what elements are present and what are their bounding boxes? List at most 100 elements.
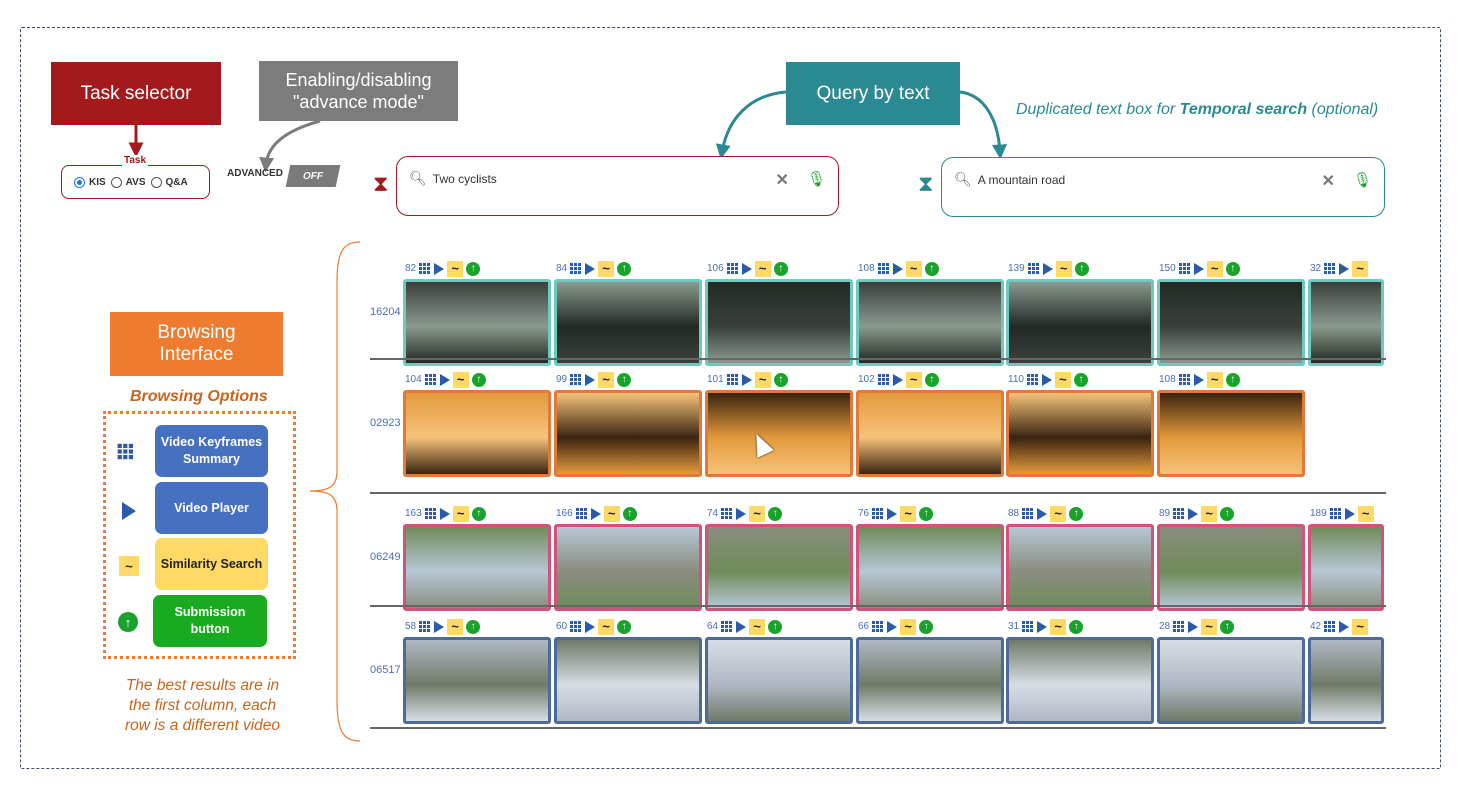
keyframes-grid-icon[interactable] (726, 263, 739, 274)
keyframe-thumbnail[interactable] (1006, 390, 1154, 477)
upload-arrow-icon[interactable]: ↑ (1225, 261, 1240, 276)
play-icon[interactable] (434, 262, 445, 275)
keyframe-thumbnail[interactable] (403, 524, 551, 611)
upload-arrow-icon[interactable]: ↑ (1225, 372, 1240, 387)
play-icon[interactable] (439, 373, 450, 386)
keyframes-grid-icon[interactable] (1178, 263, 1191, 274)
similarity-tilde-icon[interactable]: ~ (1206, 260, 1223, 277)
similarity-tilde-icon[interactable]: ~ (749, 505, 766, 522)
keyframe-thumbnail[interactable] (705, 390, 853, 477)
keyframe-thumbnail[interactable] (554, 390, 702, 477)
similarity-tilde-icon[interactable]: ~ (603, 505, 620, 522)
similarity-tilde-icon[interactable]: ~ (452, 371, 469, 388)
keyframe-thumbnail[interactable] (1157, 637, 1305, 724)
similarity-tilde-icon[interactable]: ~ (1201, 505, 1218, 522)
keyframe-thumbnail[interactable] (1308, 637, 1384, 724)
keyframes-grid-icon[interactable] (1027, 263, 1040, 274)
hourglass-icon[interactable]: ⧗ (373, 171, 388, 197)
similarity-tilde-icon[interactable]: ~ (1206, 371, 1223, 388)
play-icon[interactable] (585, 262, 596, 275)
similarity-tilde-icon[interactable]: ~ (754, 371, 771, 388)
play-icon[interactable] (736, 620, 747, 633)
keyframe-thumbnail[interactable] (856, 524, 1004, 611)
keyframe-thumbnail[interactable] (705, 524, 853, 611)
upload-arrow-icon[interactable]: ↑ (768, 506, 783, 521)
upload-arrow-icon[interactable]: ↑ (466, 261, 481, 276)
keyframe-thumbnail[interactable] (554, 279, 702, 366)
microphone-icon[interactable]: 🎙︎ (1353, 171, 1372, 189)
keyframe-thumbnail[interactable] (554, 637, 702, 724)
upload-arrow-icon[interactable]: ↑ (919, 506, 934, 521)
play-icon[interactable] (1188, 507, 1199, 520)
play-icon[interactable] (1193, 262, 1204, 275)
play-icon[interactable] (892, 262, 903, 275)
upload-arrow-icon[interactable]: ↑ (1069, 619, 1084, 634)
keyframes-grid-icon[interactable] (872, 621, 885, 632)
upload-arrow-icon[interactable]: ↑ (773, 261, 788, 276)
similarity-tilde-icon[interactable]: ~ (754, 260, 771, 277)
upload-arrow-icon[interactable]: ↑ (768, 619, 783, 634)
similarity-tilde-icon[interactable]: ~ (598, 618, 615, 635)
upload-arrow-icon[interactable]: ↑ (1220, 619, 1235, 634)
play-icon[interactable] (590, 507, 601, 520)
upload-arrow-icon[interactable]: ↑ (466, 619, 481, 634)
keyframes-grid-icon[interactable] (721, 508, 734, 519)
play-icon[interactable] (887, 507, 898, 520)
similarity-tilde-icon[interactable]: ~ (905, 371, 922, 388)
keyframe-thumbnail[interactable] (1006, 637, 1154, 724)
keyframe-thumbnail[interactable] (403, 637, 551, 724)
upload-arrow-icon[interactable]: ↑ (1220, 506, 1235, 521)
keyframe-thumbnail[interactable] (1157, 390, 1305, 477)
play-icon[interactable] (1037, 507, 1048, 520)
keyframes-grid-icon[interactable] (1022, 621, 1035, 632)
play-icon[interactable] (434, 620, 445, 633)
similarity-tilde-icon[interactable]: ~ (452, 505, 469, 522)
keyframes-grid-icon[interactable] (575, 508, 588, 519)
similarity-tilde-icon[interactable]: ~ (1050, 618, 1067, 635)
keyframes-grid-icon[interactable] (721, 621, 734, 632)
play-icon[interactable] (1339, 262, 1350, 275)
keyframe-thumbnail[interactable] (1006, 279, 1154, 366)
similarity-tilde-icon[interactable]: ~ (447, 260, 464, 277)
advanced-toggle[interactable]: OFF (285, 165, 341, 187)
play-icon[interactable] (1041, 373, 1052, 386)
upload-arrow-icon[interactable]: ↑ (617, 261, 632, 276)
play-icon[interactable] (1042, 262, 1053, 275)
keyframe-thumbnail[interactable] (705, 637, 853, 724)
keyframe-thumbnail[interactable] (1157, 279, 1305, 366)
keyframes-grid-icon[interactable] (570, 621, 583, 632)
upload-arrow-icon[interactable]: ↑ (773, 372, 788, 387)
keyframe-thumbnail[interactable] (1157, 524, 1305, 611)
play-icon[interactable] (741, 373, 752, 386)
keyframes-grid-icon[interactable] (872, 508, 885, 519)
keyframes-grid-icon[interactable] (424, 508, 437, 519)
keyframes-grid-icon[interactable] (726, 374, 739, 385)
play-icon[interactable] (887, 620, 898, 633)
keyframes-grid-icon[interactable] (1324, 263, 1337, 274)
keyframes-grid-icon[interactable] (1022, 508, 1035, 519)
similarity-tilde-icon[interactable]: ~ (900, 618, 917, 635)
keyframe-thumbnail[interactable] (856, 390, 1004, 477)
task-radio-avs[interactable] (110, 176, 122, 188)
upload-arrow-icon[interactable]: ↑ (1069, 506, 1084, 521)
keyframes-grid-icon[interactable] (570, 374, 583, 385)
play-icon[interactable] (1339, 620, 1350, 633)
video-id-label[interactable]: 06517 (370, 664, 401, 676)
keyframes-grid-icon[interactable] (877, 263, 890, 274)
task-radio-kis[interactable] (74, 176, 85, 188)
play-icon[interactable] (1037, 620, 1048, 633)
clear-icon[interactable]: ✕ (1322, 171, 1335, 191)
microphone-icon[interactable]: 🎙︎ (807, 170, 826, 188)
keyframe-thumbnail[interactable] (403, 279, 551, 366)
keyframes-grid-icon[interactable] (419, 263, 432, 274)
keyframes-grid-icon[interactable] (1329, 508, 1342, 519)
keyframes-grid-icon[interactable] (1173, 508, 1186, 519)
play-icon[interactable] (1193, 373, 1204, 386)
play-icon[interactable] (439, 507, 450, 520)
hourglass-icon[interactable]: ⧗ (918, 171, 933, 197)
similarity-tilde-icon[interactable]: ~ (447, 618, 464, 635)
keyframes-grid-icon[interactable] (570, 263, 583, 274)
clear-icon[interactable]: ✕ (776, 170, 789, 190)
upload-arrow-icon[interactable]: ↑ (1073, 372, 1088, 387)
keyframe-thumbnail[interactable] (403, 390, 551, 477)
